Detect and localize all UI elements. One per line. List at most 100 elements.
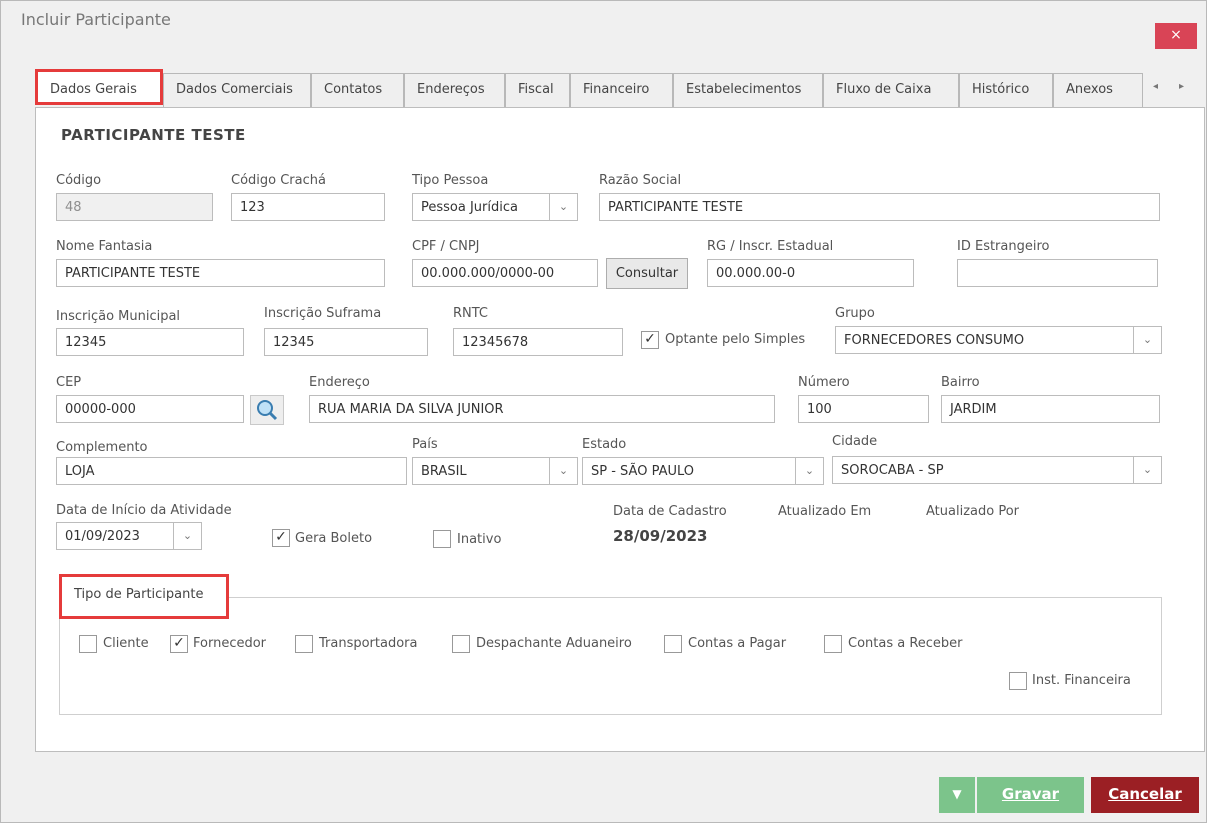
grupo-select[interactable]: FORNECEDORES CONSUMO ⌄	[835, 326, 1162, 354]
cpf-cnpj-field[interactable]: 00.000.000/0000-00	[412, 259, 598, 287]
pais-label: País	[412, 437, 438, 452]
inativo-checkbox[interactable]	[433, 530, 451, 548]
inscricao-municipal-field[interactable]: 12345	[56, 328, 244, 356]
despachante-aduaneiro-label: Despachante Aduaneiro	[476, 636, 632, 651]
title-bar: Incluir Participante	[1, 1, 1207, 41]
numero-label: Número	[798, 375, 850, 390]
optante-simples-checkbox[interactable]: ✓	[641, 331, 659, 349]
data-inicio-select[interactable]: 01/09/2023 ⌄	[56, 522, 202, 550]
close-button[interactable]: ×	[1155, 23, 1197, 49]
tab-bar: Dados Gerais Dados Comerciais Contatos E…	[35, 69, 1205, 107]
inst-financeira-checkbox[interactable]	[1009, 672, 1027, 690]
gravar-dropdown-button[interactable]: ▼	[939, 777, 975, 813]
rntc-field[interactable]: 12345678	[453, 328, 623, 356]
cidade-label: Cidade	[832, 434, 878, 449]
participant-heading: PARTICIPANTE TESTE	[61, 126, 246, 144]
tab-enderecos[interactable]: Endereços	[404, 73, 505, 107]
codigo-cracha-label: Código Crachá	[231, 173, 326, 188]
cliente-label: Cliente	[103, 636, 149, 651]
window-title: Incluir Participante	[21, 10, 171, 29]
pais-value: BRASIL	[421, 464, 467, 479]
data-cadastro-value: 28/09/2023	[613, 527, 708, 545]
consultar-button[interactable]: Consultar	[606, 258, 688, 289]
chevron-down-icon[interactable]: ⌄	[549, 194, 577, 220]
nome-fantasia-label: Nome Fantasia	[56, 239, 153, 254]
despachante-aduaneiro-checkbox[interactable]	[452, 635, 470, 653]
tab-scroll-right-icon[interactable]: ▸	[1179, 81, 1184, 92]
data-cadastro-label: Data de Cadastro	[613, 504, 727, 519]
chevron-down-icon[interactable]: ⌄	[1133, 327, 1161, 353]
pais-select[interactable]: BRASIL ⌄	[412, 457, 578, 485]
codigo-label: Código	[56, 173, 102, 188]
chevron-down-icon[interactable]: ⌄	[795, 458, 823, 484]
bairro-field[interactable]: JARDIM	[941, 395, 1160, 423]
atualizado-em-label: Atualizado Em	[778, 504, 872, 519]
contas-a-pagar-checkbox[interactable]	[664, 635, 682, 653]
codigo-cracha-field[interactable]: 123	[231, 193, 385, 221]
tab-fiscal[interactable]: Fiscal	[505, 73, 570, 107]
numero-field[interactable]: 100	[798, 395, 929, 423]
bairro-label: Bairro	[941, 375, 980, 390]
cidade-select[interactable]: SOROCABA - SP ⌄	[832, 456, 1162, 484]
inativo-label: Inativo	[457, 532, 502, 547]
tab-financeiro[interactable]: Financeiro	[570, 73, 673, 107]
rntc-label: RNTC	[453, 306, 489, 321]
cep-field[interactable]: 00000-000	[56, 395, 244, 423]
cancelar-button[interactable]: Cancelar	[1091, 777, 1199, 813]
fornecedor-label: Fornecedor	[193, 636, 267, 651]
grupo-label: Grupo	[835, 306, 875, 321]
tab-contatos[interactable]: Contatos	[311, 73, 404, 107]
tipo-participante-title: Tipo de Participante	[59, 574, 229, 619]
grupo-value: FORNECEDORES CONSUMO	[844, 333, 1025, 348]
tab-historico[interactable]: Histórico	[959, 73, 1053, 107]
cep-search-button[interactable]	[250, 395, 284, 425]
inscricao-municipal-label: Inscrição Municipal	[56, 309, 181, 324]
cliente-checkbox[interactable]	[79, 635, 97, 653]
nome-fantasia-field[interactable]: PARTICIPANTE TESTE	[56, 259, 385, 287]
contas-a-receber-checkbox[interactable]	[824, 635, 842, 653]
tab-scroll-left-icon[interactable]: ◂	[1153, 81, 1158, 92]
search-icon	[257, 400, 278, 421]
razao-social-field[interactable]: PARTICIPANTE TESTE	[599, 193, 1160, 221]
estado-select[interactable]: SP - SÃO PAULO ⌄	[582, 457, 824, 485]
id-estrangeiro-field[interactable]	[957, 259, 1158, 287]
tab-anexos[interactable]: Anexos	[1053, 73, 1143, 107]
razao-social-label: Razão Social	[599, 173, 682, 188]
chevron-down-icon[interactable]: ⌄	[173, 523, 201, 549]
cep-label: CEP	[56, 375, 82, 390]
tab-estabelecimentos[interactable]: Estabelecimentos	[673, 73, 823, 107]
cpf-cnpj-label: CPF / CNPJ	[412, 239, 480, 254]
tipo-pessoa-select[interactable]: Pessoa Jurídica ⌄	[412, 193, 578, 221]
inscricao-suframa-field[interactable]: 12345	[264, 328, 428, 356]
complemento-field[interactable]: LOJA	[56, 457, 407, 485]
rg-ie-field[interactable]: 00.000.00-0	[707, 259, 914, 287]
fornecedor-checkbox[interactable]: ✓	[170, 635, 188, 653]
tipo-pessoa-value: Pessoa Jurídica	[421, 200, 518, 215]
atualizado-por-label: Atualizado Por	[926, 504, 1019, 519]
data-inicio-value: 01/09/2023	[65, 529, 140, 544]
tab-dados-comerciais[interactable]: Dados Comerciais	[163, 73, 311, 107]
chevron-down-icon[interactable]: ⌄	[1133, 457, 1161, 483]
dialog-window: Incluir Participante × Dados Gerais Dado…	[0, 0, 1207, 823]
cidade-value: SOROCABA - SP	[841, 463, 944, 478]
gera-boleto-checkbox[interactable]: ✓	[272, 529, 290, 547]
transportadora-label: Transportadora	[319, 636, 418, 651]
inst-financeira-label: Inst. Financeira	[1032, 673, 1131, 688]
estado-label: Estado	[582, 437, 627, 452]
optante-simples-label: Optante pelo Simples	[665, 332, 806, 347]
gera-boleto-label: Gera Boleto	[295, 531, 373, 546]
complemento-label: Complemento	[56, 440, 148, 455]
rg-ie-label: RG / Inscr. Estadual	[707, 239, 834, 254]
chevron-down-icon[interactable]: ⌄	[549, 458, 577, 484]
tab-fluxo-de-caixa[interactable]: Fluxo de Caixa	[823, 73, 959, 107]
tipo-pessoa-label: Tipo Pessoa	[412, 173, 489, 188]
tab-dados-gerais[interactable]: Dados Gerais	[35, 69, 163, 105]
data-inicio-label: Data de Início da Atividade	[56, 503, 232, 518]
endereco-label: Endereço	[309, 375, 370, 390]
contas-a-receber-label: Contas a Receber	[848, 636, 963, 651]
id-estrangeiro-label: ID Estrangeiro	[957, 239, 1050, 254]
transportadora-checkbox[interactable]	[295, 635, 313, 653]
gravar-button[interactable]: Gravar	[977, 777, 1084, 813]
inscricao-suframa-label: Inscrição Suframa	[264, 306, 382, 321]
endereco-field[interactable]: RUA MARIA DA SILVA JUNIOR	[309, 395, 775, 423]
